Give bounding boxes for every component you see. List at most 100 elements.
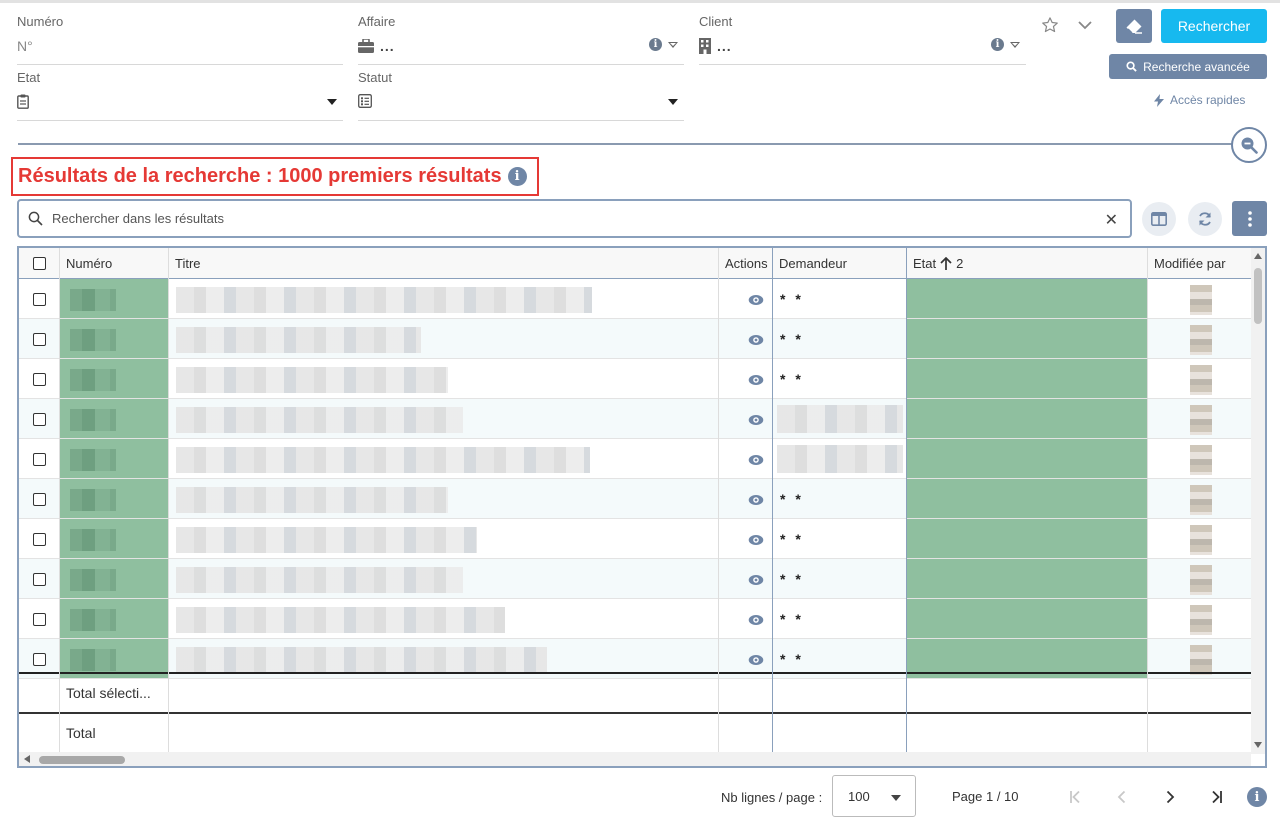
clear-search-icon[interactable]: ✕ [1105,210,1118,230]
table-row[interactable]: * * [19,479,1251,519]
eye-icon[interactable] [748,374,764,386]
row-numero-cell [60,399,168,439]
affaire-field[interactable]: Affaire ... i [358,14,684,65]
numero-placeholder: N° [17,38,33,54]
briefcase-icon [358,39,374,53]
table-row[interactable] [19,399,1251,439]
results-grid: Numéro Titre Actions Demandeur Etat 2 Mo… [17,246,1267,768]
column-header-etat[interactable]: Etat 2 [907,248,1148,279]
row-checkbox[interactable] [33,533,46,546]
first-page-button[interactable] [1063,785,1087,809]
first-page-icon [1070,790,1080,804]
statut-caret-icon[interactable] [668,99,678,105]
table-row[interactable]: * * [19,359,1251,399]
eye-icon[interactable] [748,334,764,346]
row-checkbox[interactable] [33,413,46,426]
column-header-actions[interactable]: Actions [719,248,773,279]
row-demandeur-cell: * * [780,491,804,507]
results-info-icon[interactable]: i [507,167,527,186]
eraser-icon [1126,19,1142,34]
row-titre-cell [176,607,505,633]
results-title: Résultats de la recherche : 1000 premier… [18,165,502,187]
eye-icon[interactable] [748,654,764,666]
eye-icon[interactable] [748,574,764,586]
row-checkbox[interactable] [33,653,46,666]
column-header-numero[interactable]: Numéro [60,248,169,279]
prev-page-button[interactable] [1110,785,1134,809]
advanced-search-label: Recherche avancée [1143,59,1250,74]
results-search-box[interactable]: ✕ [17,199,1132,238]
advanced-search-button[interactable]: Recherche avancée [1109,54,1267,79]
eye-icon[interactable] [748,614,764,626]
row-modifiee-par-cell [1190,605,1212,635]
client-dropdown-icon[interactable] [1010,41,1020,48]
next-page-button[interactable] [1158,785,1182,809]
last-page-button[interactable] [1205,785,1229,809]
rows-per-page-select[interactable]: 100 [832,775,916,817]
row-etat-cell [907,559,1147,599]
header-select-cell [19,248,60,279]
row-numero-cell [60,359,168,399]
horizontal-scrollbar[interactable] [19,752,1251,766]
client-info-icon[interactable]: i [991,38,1004,51]
column-header-titre[interactable]: Titre [169,248,719,279]
clear-filters-button[interactable] [1116,9,1152,43]
client-field[interactable]: Client ... i [699,14,1026,65]
etat-sort-rank: 2 [956,256,964,271]
table-row[interactable]: * * [19,319,1251,359]
rows-per-page-label: Nb lignes / page : [721,790,823,805]
etat-label: Etat [17,70,41,85]
eye-icon[interactable] [748,294,764,306]
etat-caret-icon[interactable] [327,99,337,105]
row-modifiee-par-cell [1190,565,1212,595]
eye-icon[interactable] [748,534,764,546]
search-button[interactable]: Rechercher [1161,9,1267,43]
row-modifiee-par-cell [1190,525,1212,555]
row-checkbox[interactable] [33,333,46,346]
statut-select[interactable]: Statut [358,70,684,121]
chevron-down-icon[interactable] [1077,18,1093,32]
row-numero-cell [60,319,168,359]
list-icon [358,94,372,108]
row-checkbox[interactable] [33,293,46,306]
total-row: Total [19,714,1251,754]
results-search-input[interactable] [52,211,1092,226]
row-checkbox[interactable] [33,373,46,386]
row-modifiee-par-cell [1190,445,1212,475]
numero-field[interactable]: Numéro N° [17,14,343,65]
row-demandeur-cell: * * [780,331,804,347]
star-icon[interactable] [1041,16,1059,34]
affaire-dropdown-icon[interactable] [668,41,678,48]
table-row[interactable]: * * [19,599,1251,639]
column-header-modifiee-par[interactable]: Modifiée par [1148,248,1251,279]
more-options-button[interactable] [1232,201,1267,236]
pagination-info-button[interactable]: i [1245,785,1269,809]
collapse-filters-button[interactable] [1231,127,1267,163]
eye-icon[interactable] [748,414,764,426]
eye-icon[interactable] [748,454,764,466]
etat-select[interactable]: Etat [17,70,343,121]
row-checkbox[interactable] [33,573,46,586]
row-checkbox[interactable] [33,613,46,626]
table-row[interactable]: * * [19,519,1251,559]
table-row[interactable] [19,439,1251,479]
eye-icon[interactable] [748,494,764,506]
vertical-scrollbar[interactable] [1251,248,1265,754]
columns-button[interactable] [1142,202,1176,236]
affaire-info-icon[interactable]: i [649,38,662,51]
table-row[interactable]: * * [19,559,1251,599]
row-etat-cell [907,399,1147,439]
select-all-checkbox[interactable] [33,257,46,270]
page-info: Page 1 / 10 [952,789,1019,804]
refresh-button[interactable] [1188,202,1222,236]
clipboard-icon [17,94,29,109]
quick-access-link[interactable]: Accès rapides [1154,93,1245,107]
table-row[interactable]: * * [19,279,1251,319]
column-header-demandeur[interactable]: Demandeur [773,248,907,279]
row-numero-cell [60,279,168,319]
row-titre-cell [176,567,463,593]
row-checkbox[interactable] [33,453,46,466]
row-checkbox[interactable] [33,493,46,506]
row-titre-cell [176,367,448,393]
row-etat-cell [907,599,1147,639]
